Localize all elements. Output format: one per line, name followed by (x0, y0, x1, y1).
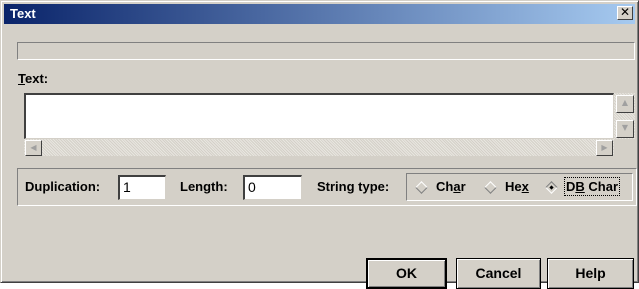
arrow-up-icon: ▲ (621, 98, 629, 107)
duplication-field[interactable]: 1 (118, 175, 166, 200)
text-input[interactable] (24, 93, 614, 139)
string-type-label: String type: (317, 179, 390, 194)
scroll-up-button[interactable]: ▲ (616, 95, 634, 113)
vertical-scrollbar[interactable]: ▲ ▼ (614, 93, 635, 139)
arrow-right-icon: ▶ (601, 143, 608, 152)
radio-hex-label: Hex (505, 179, 529, 194)
length-label: Length: (180, 179, 228, 194)
radio-char-label: Char (436, 179, 466, 194)
scroll-left-button[interactable]: ◀ (25, 140, 42, 156)
close-button[interactable]: ✕ (617, 6, 633, 20)
status-field (17, 42, 635, 60)
radio-db-char-label: DB Char (563, 177, 621, 196)
dialog-title: Text (10, 6, 36, 21)
scroll-right-button[interactable]: ▶ (596, 140, 613, 156)
length-field[interactable]: 0 (243, 175, 302, 200)
text-label: Text: (18, 71, 49, 86)
title-bar[interactable]: Text ✕ (4, 4, 635, 24)
help-button[interactable]: Help (547, 258, 634, 289)
horizontal-scrollbar[interactable]: ◀ ▶ (24, 139, 614, 156)
cancel-button[interactable]: Cancel (456, 258, 541, 289)
scroll-down-button[interactable]: ▼ (616, 120, 634, 138)
duplication-label: Duplication: (25, 179, 101, 194)
arrow-left-icon: ◀ (30, 143, 37, 152)
close-icon: ✕ (619, 5, 631, 19)
ok-button[interactable]: OK (366, 258, 447, 289)
text-dialog: Text ✕ Text: ▲ ▼ ◀ ▶ Duplication: 1 Leng… (0, 0, 639, 289)
arrow-down-icon: ▼ (621, 123, 629, 132)
scrollbar-corner (614, 139, 635, 156)
